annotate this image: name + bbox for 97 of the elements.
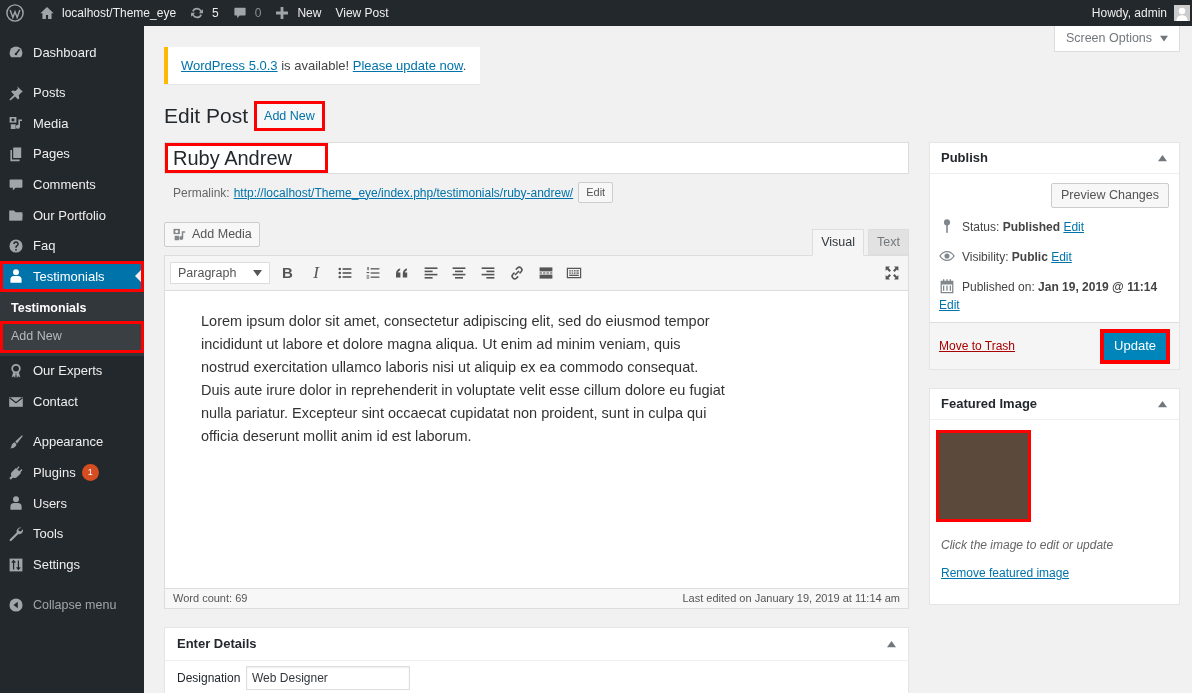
sidebar-item[interactable]: Our Portfolio: [0, 199, 144, 231]
edit-permalink-button[interactable]: Edit: [578, 182, 614, 203]
bullet-list-icon[interactable]: [336, 265, 353, 281]
sidebar-item[interactable]: Faq: [0, 230, 144, 262]
media-icon: [172, 227, 187, 242]
up-down-arrows-icon: [8, 556, 24, 573]
fullscreen-icon[interactable]: [883, 265, 900, 281]
permalink-label: Permalink:: [173, 184, 230, 202]
calendar-icon: [939, 278, 955, 294]
numbered-list-icon[interactable]: [365, 265, 382, 281]
logo-icon[interactable]: [6, 4, 24, 22]
collapse-menu-button[interactable]: Collapse menu: [0, 589, 144, 621]
eye-icon: [939, 248, 955, 264]
move-to-trash-link[interactable]: Move to Trash: [939, 337, 1016, 355]
sidebar-item[interactable]: Our Experts: [0, 355, 144, 387]
last-edited-text: Last edited on January 19, 2019 at 11:14 am: [682, 591, 900, 607]
format-select[interactable]: Paragraph: [170, 262, 270, 284]
update-button[interactable]: Update: [1100, 328, 1170, 364]
permalink-url[interactable]: http://localhost/Theme_eye/index.php/testimonials/ruby-andrew/: [233, 183, 574, 202]
left-arrow-circle-icon: [8, 597, 24, 614]
person-icon: [8, 495, 24, 512]
plus-icon: [275, 6, 290, 20]
caret-down-icon: [1160, 34, 1169, 43]
sidebar-item[interactable]: Plugins 1: [0, 457, 144, 489]
sidebar-item[interactable]: Media: [0, 108, 144, 139]
caret-up-icon[interactable]: [1158, 399, 1167, 409]
rosette-icon: [8, 363, 24, 380]
refresh-icon: [190, 6, 205, 20]
sidebar-item[interactable]: Appearance: [0, 426, 144, 458]
question-mark-icon: [8, 237, 24, 254]
sidebar-item[interactable]: Pages: [0, 138, 144, 170]
caret-down-icon: [253, 268, 262, 278]
add-media-button[interactable]: Add Media: [164, 222, 260, 247]
word-count-text: Word count: 69: [173, 591, 248, 607]
account-menu[interactable]: Howdy, admin: [1091, 4, 1190, 22]
add-new-button[interactable]: Add New: [254, 101, 325, 131]
screen-options-button[interactable]: Screen Options: [1054, 26, 1180, 52]
post-content-text: Lorem ipsum dolor sit amet, consectetur adipiscing elit, sed do eiusmod tempor incididunt ut labore et dolore magna aliqua. Ut enim ad minim veniam, quis nostrud exercitation ullamco laboris nisi ut aliquip ex ea commodo consequat. Duis aute irure dolor in reprehenderit in voluptate velit esse cillum dolore eu fugiat nulla pariatur. Excepteur sint occaecat cupidatat non proident, sunt in culpa qui officia deserunt mollit anim id est laborum.: [201, 312, 726, 446]
sidebar-item[interactable]: Tools: [0, 518, 144, 550]
italic-button[interactable]: I: [313, 260, 319, 286]
sidebar-item[interactable]: Comments: [0, 169, 144, 200]
pushpin-icon: [8, 84, 24, 101]
sidebar-item[interactable]: Settings: [0, 549, 144, 580]
view-post-link[interactable]: View Post: [335, 4, 389, 22]
editor-tab[interactable]: Visual: [812, 229, 865, 256]
comments-link[interactable]: 0: [232, 4, 262, 22]
paintbrush-icon: [8, 434, 24, 451]
triangle-pointer-icon: [135, 270, 141, 283]
submenu-item[interactable]: Testimonials: [0, 296, 144, 321]
bold-button[interactable]: B: [281, 261, 293, 285]
editor-tab[interactable]: Text: [868, 229, 909, 255]
caret-up-icon[interactable]: [887, 639, 896, 649]
featured-image-title: Featured Image: [941, 395, 1038, 414]
align-left-icon[interactable]: [422, 265, 439, 281]
publish-title: Publish: [941, 149, 988, 168]
pages-icon: [8, 146, 24, 163]
comment-icon: [232, 6, 247, 20]
sidebar-item[interactable]: Posts: [0, 77, 144, 109]
title-field[interactable]: Ruby Andrew: [164, 142, 909, 174]
preview-changes-button[interactable]: Preview Changes: [1051, 183, 1169, 208]
image-caption-text: Click the image to edit or update: [941, 537, 1114, 554]
align-center-icon[interactable]: [451, 265, 468, 281]
site-name-link[interactable]: localhost/Theme_eye: [40, 4, 177, 22]
status-text: Status: Published: [962, 220, 1061, 234]
submenu-item[interactable]: Add New: [0, 320, 144, 353]
home-icon: [40, 6, 54, 20]
align-right-icon[interactable]: [480, 265, 497, 281]
link-icon[interactable]: [508, 265, 525, 281]
remove-image-link[interactable]: Remove featured image: [941, 564, 1070, 582]
speech-bubble-icon: [8, 176, 24, 193]
plug-icon: [8, 464, 24, 481]
keyboard-icon[interactable]: [566, 265, 583, 281]
text-input-field[interactable]: Web Designer: [246, 666, 410, 690]
update-now-link[interactable]: Please update now: [352, 57, 463, 73]
sidebar-item[interactable]: Testimonials: [0, 261, 144, 292]
edit-link[interactable]: Edit: [1051, 250, 1072, 264]
media-icon: [8, 115, 24, 132]
visibility-text: Visibility: Public: [962, 250, 1048, 264]
version-link[interactable]: WordPress 5.0.3: [181, 57, 278, 73]
sidebar-item[interactable]: Contact: [0, 386, 144, 417]
edit-link[interactable]: Edit: [1063, 220, 1085, 234]
sidebar-item[interactable]: Users: [0, 488, 144, 519]
update-notice-text: WordPress 5.0.3 is available! Please update now.: [181, 56, 467, 75]
publish-date-text: Published on: Jan 19, 2019 @ 11:14: [962, 280, 1158, 294]
updates-link[interactable]: 5: [190, 4, 219, 22]
caret-up-icon[interactable]: [1158, 153, 1167, 163]
details-title: Enter Details: [177, 635, 257, 654]
update-count: 1: [81, 464, 99, 482]
page-title: Edit Post: [164, 103, 249, 129]
new-content-link[interactable]: New: [275, 4, 322, 22]
wrench-icon: [8, 526, 24, 542]
edit-link[interactable]: Edit: [939, 298, 960, 312]
dashed-divider-icon[interactable]: [537, 265, 554, 281]
field-label: Designation: [177, 670, 242, 687]
avatar-icon: [1174, 5, 1190, 21]
person-icon: [8, 268, 24, 285]
sidebar-item[interactable]: Dashboard: [0, 37, 144, 68]
